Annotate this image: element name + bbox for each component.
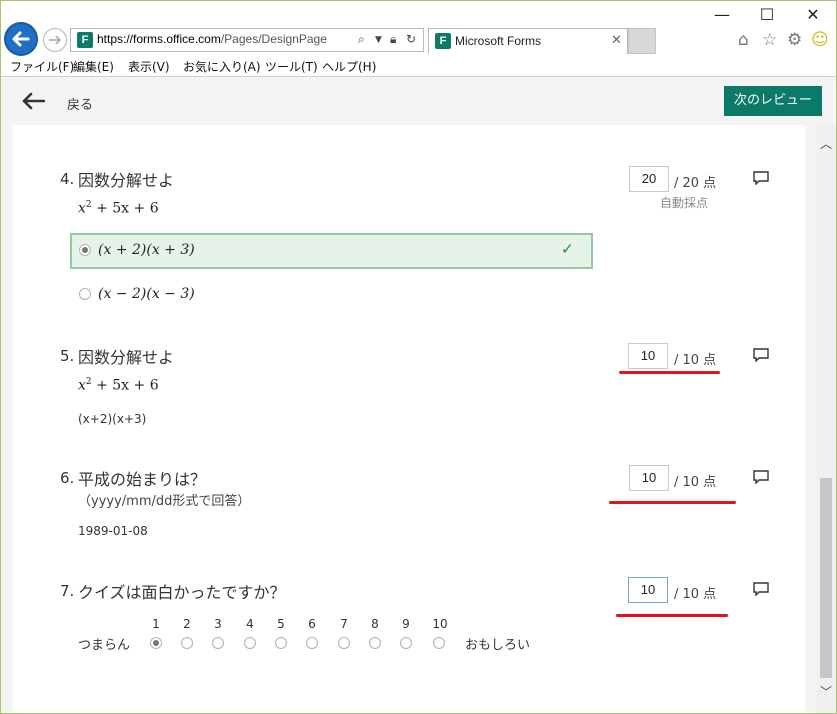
scale-radio[interactable] — [275, 637, 287, 649]
option-radio[interactable] — [79, 288, 91, 300]
scale-number: 2 — [183, 617, 191, 631]
lock-icon[interactable]: 🔒︎ — [390, 32, 396, 47]
minimize-icon[interactable]: — — [707, 5, 737, 24]
next-review-button[interactable]: 次のレビュー — [724, 86, 822, 116]
close-window-icon[interactable]: ✕ — [798, 5, 828, 24]
comment-icon[interactable] — [753, 171, 769, 185]
red-underline-annotation — [616, 614, 728, 617]
scale-number: 7 — [340, 617, 348, 631]
question-number: 7. — [60, 582, 75, 600]
browser-forward-button[interactable] — [43, 28, 67, 52]
question-expression: x2 + 5x + 6 — [78, 377, 159, 394]
scale-radio[interactable] — [212, 637, 224, 649]
response-answer: 1989-01-08 — [78, 524, 148, 538]
app-header: 戻る 次のレビュー — [1, 77, 835, 126]
score-max: / 10 点 — [674, 353, 717, 368]
scale-number: 1 — [152, 617, 160, 631]
scale-radio[interactable] — [369, 637, 381, 649]
forms-favicon-icon: F — [435, 33, 451, 49]
new-tab-button[interactable] — [628, 28, 656, 54]
back-link[interactable]: 戻る — [67, 94, 93, 113]
expr-var: x — [78, 377, 86, 394]
auto-graded-label: 自動採点 — [660, 196, 709, 210]
question-number: 4. — [60, 170, 75, 188]
arrow-left-icon[interactable] — [21, 92, 45, 110]
menu-bar: ファイル(F) 編集(E) 表示(V) お気に入り(A) ツール(T) ヘルプ(… — [0, 56, 837, 77]
response-answer: (x+2)(x+3) — [78, 412, 147, 426]
option-radio-selected[interactable] — [79, 244, 91, 256]
scale-radio[interactable] — [338, 637, 350, 649]
scale-radio[interactable] — [433, 637, 445, 649]
scroll-up-icon[interactable]: ︿ — [820, 135, 832, 152]
comment-icon[interactable] — [753, 348, 769, 362]
question-subtitle: （yyyy/mm/dd形式で回答） — [78, 494, 251, 509]
home-icon[interactable]: ⌂ — [738, 30, 749, 50]
question-title: 因数分解せよ — [78, 171, 175, 190]
scale-radio[interactable] — [306, 637, 318, 649]
expr-rest: + 5x + 6 — [91, 200, 159, 217]
score-input[interactable]: 10 — [628, 343, 668, 369]
address-bar[interactable]: F https://forms.office.com/Pages/DesignP… — [70, 28, 424, 52]
menu-view[interactable]: 表示(V) — [128, 58, 170, 75]
question-number: 5. — [60, 347, 75, 365]
dropdown-icon[interactable]: ▼ — [375, 35, 382, 45]
scale-number: 10 — [432, 617, 448, 631]
score-input[interactable]: 10 — [629, 465, 669, 491]
question-title: 平成の始まりは？ — [78, 470, 207, 489]
menu-edit[interactable]: 編集(E) — [73, 58, 114, 75]
favorites-star-icon[interactable]: ☆ — [762, 30, 777, 50]
scale-radio[interactable] — [400, 637, 412, 649]
score-max: / 10 点 — [674, 587, 717, 602]
refresh-icon[interactable]: ↻ — [406, 32, 416, 46]
menu-favorites[interactable]: お気に入り(A) — [183, 58, 261, 75]
comment-icon[interactable] — [753, 582, 769, 596]
tab-title: Microsoft Forms — [455, 34, 542, 48]
menu-tools[interactable]: ツール(T) — [265, 58, 318, 75]
url-path: /Pages/DesignPage.aspx — [220, 32, 327, 46]
option-label: (x + 2)(x + 3) — [98, 242, 195, 258]
score-input[interactable]: 20 — [629, 166, 669, 192]
scale-radio-selected[interactable] — [150, 637, 162, 649]
expr-var: x — [78, 200, 86, 217]
red-underline-annotation — [619, 371, 720, 374]
scale-left-label: つまらん — [78, 638, 131, 653]
search-icon[interactable]: ⌕ — [358, 32, 365, 47]
scale-number: 3 — [214, 617, 222, 631]
score-max: / 10 点 — [674, 475, 717, 490]
menu-help[interactable]: ヘルプ(H) — [322, 58, 376, 75]
expr-rest: + 5x + 6 — [91, 377, 159, 394]
scale-radio[interactable] — [244, 637, 256, 649]
arrow-right-icon — [49, 35, 62, 45]
address-url[interactable]: https://forms.office.com/Pages/DesignPag… — [97, 32, 327, 46]
comment-icon[interactable] — [753, 470, 769, 484]
scale-radio[interactable] — [181, 637, 193, 649]
question-expression: x2 + 5x + 6 — [78, 200, 159, 217]
scale-number: 6 — [308, 617, 316, 631]
score-max: / 20 点 — [674, 176, 717, 191]
scrollbar-thumb[interactable] — [820, 478, 832, 678]
maximize-icon[interactable]: ☐ — [752, 5, 782, 24]
red-underline-annotation — [609, 501, 736, 504]
question-title: クイズは面白かったですか？ — [78, 583, 286, 602]
browser-back-button[interactable] — [4, 22, 38, 56]
scale-right-label: おもしろい — [465, 638, 531, 653]
question-number: 6. — [60, 469, 75, 487]
scale-number: 4 — [246, 617, 254, 631]
score-input[interactable]: 10 — [628, 577, 668, 603]
url-host: https://forms.office.com — [97, 32, 221, 46]
scroll-down-icon[interactable]: ﹀ — [820, 683, 832, 700]
option-label: (x − 2)(x − 3) — [98, 286, 195, 302]
scale-number: 8 — [371, 617, 379, 631]
scale-number: 9 — [402, 617, 410, 631]
checkmark-icon: ✓ — [561, 240, 574, 258]
menu-file[interactable]: ファイル(F) — [10, 58, 74, 75]
scale-number: 5 — [277, 617, 285, 631]
forms-favicon-icon: F — [77, 32, 93, 48]
arrow-left-icon — [12, 31, 30, 47]
browser-tab[interactable]: F Microsoft Forms ✕ — [428, 28, 628, 54]
settings-gear-icon[interactable]: ⚙ — [787, 30, 802, 50]
question-title: 因数分解せよ — [78, 348, 175, 367]
close-tab-icon[interactable]: ✕ — [611, 33, 622, 48]
smiley-feedback-icon[interactable]: ☺ — [811, 30, 829, 50]
